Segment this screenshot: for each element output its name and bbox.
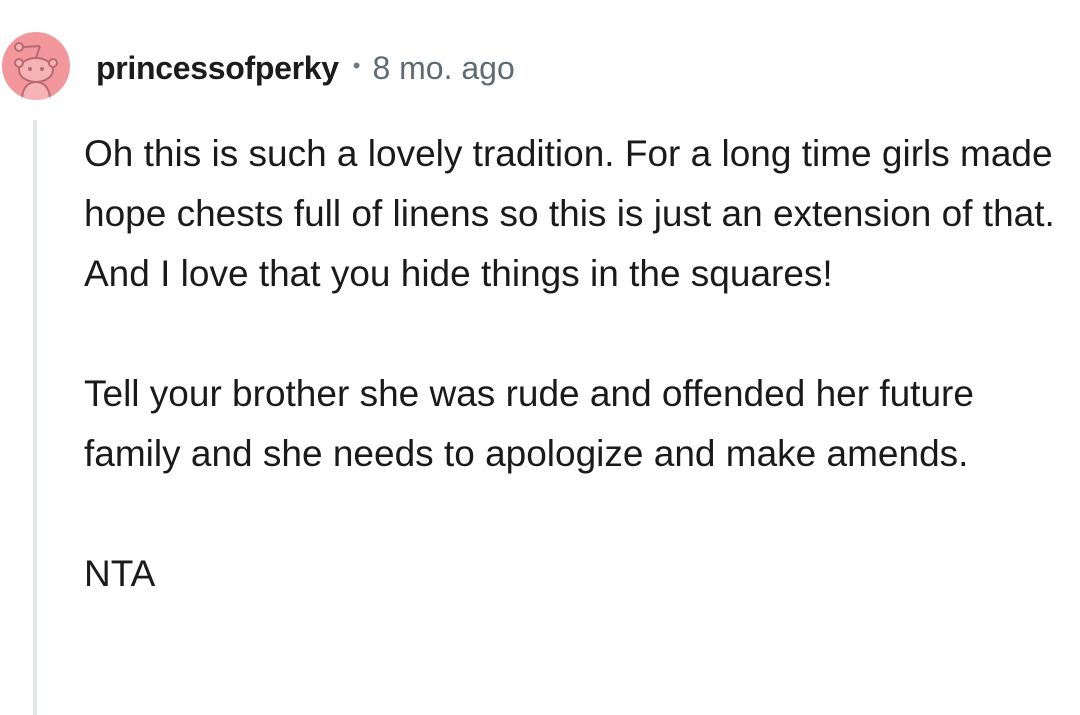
thread-line[interactable] <box>33 120 37 715</box>
username-link[interactable]: princessofperky <box>96 50 339 87</box>
comment-paragraph: Oh this is such a lovely tradition. For … <box>84 133 1055 294</box>
comment-header: princessofperky • 8 mo. ago <box>96 46 515 90</box>
avatar[interactable] <box>2 32 70 100</box>
comment-paragraph: NTA <box>84 553 156 594</box>
comment-paragraph: Tell your brother she was rude and offen… <box>84 373 974 474</box>
comment-body: Oh this is such a lovely tradition. For … <box>84 124 1069 604</box>
comment-timestamp[interactable]: 8 mo. ago <box>372 50 514 87</box>
meta-separator: • <box>352 53 361 78</box>
snoo-avatar-icon <box>2 32 70 100</box>
